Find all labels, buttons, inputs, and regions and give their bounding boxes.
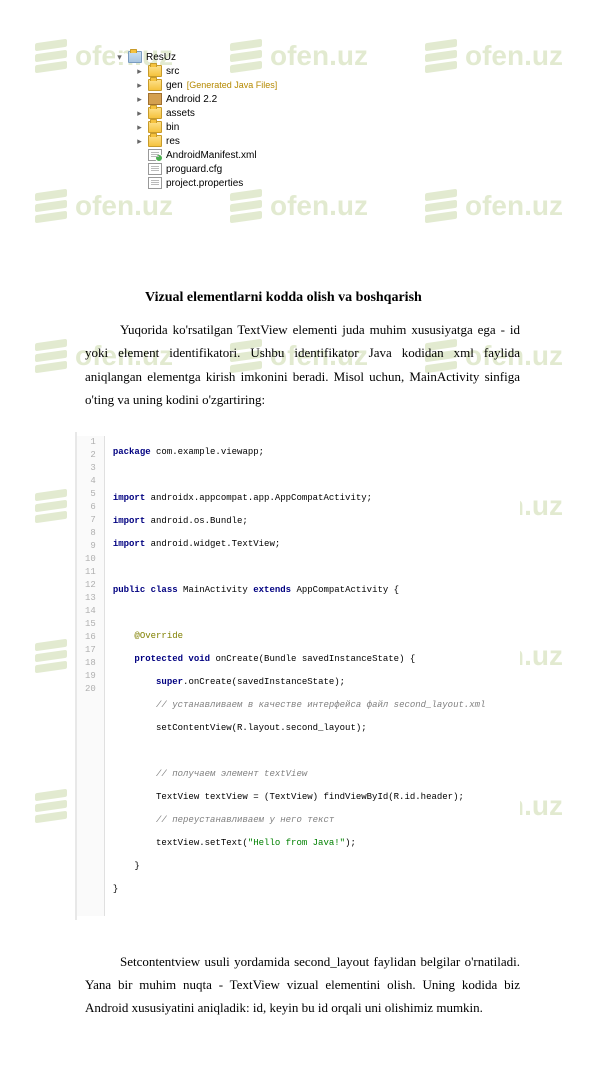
paragraph-1: Yuqorida ko'rsatilgan TextView elementi … <box>85 318 520 412</box>
tree-item-label: assets <box>166 108 195 119</box>
expand-icon[interactable]: ▸ <box>135 67 144 76</box>
folder-icon <box>148 135 162 147</box>
tree-item-label: bin <box>166 122 179 133</box>
tree-item[interactable]: ▸ AndroidManifest.xml <box>115 148 520 162</box>
tree-item[interactable]: ▸ assets <box>115 106 520 120</box>
tree-item[interactable]: ▸ res <box>115 134 520 148</box>
tree-item-label: Android 2.2 <box>166 94 217 105</box>
folder-icon <box>148 121 162 133</box>
project-tree: ▾ ResUz ▸ src ▸ gen [Generated Java File… <box>115 50 520 190</box>
tree-item-label: gen <box>166 80 183 91</box>
manifest-file-icon <box>148 149 162 161</box>
code-content: package com.example.viewapp; import andr… <box>105 436 486 916</box>
tree-root-label: ResUz <box>146 52 176 63</box>
folder-icon <box>148 79 162 91</box>
expand-icon[interactable]: ▸ <box>135 123 144 132</box>
collapse-icon[interactable]: ▾ <box>115 53 124 62</box>
library-icon <box>148 93 162 105</box>
tree-item[interactable]: ▸ project.properties <box>115 176 520 190</box>
tree-item-suffix: [Generated Java Files] <box>187 80 278 90</box>
expand-icon[interactable]: ▸ <box>135 95 144 104</box>
code-block: 1234567891011121314151617181920 package … <box>75 432 520 920</box>
tree-item[interactable]: ▸ bin <box>115 120 520 134</box>
tree-root[interactable]: ▾ ResUz <box>115 50 520 64</box>
tree-item-label: AndroidManifest.xml <box>166 150 257 161</box>
tree-item-label: proguard.cfg <box>166 164 222 175</box>
tree-item-label: res <box>166 136 180 147</box>
paragraph-2: Setcontentview usuli yordamida second_la… <box>85 950 520 1020</box>
file-icon <box>148 163 162 175</box>
expand-icon[interactable]: ▸ <box>135 109 144 118</box>
tree-item[interactable]: ▸ gen [Generated Java Files] <box>115 78 520 92</box>
section-heading: Vizual elementlarni kodda olish va boshq… <box>145 290 520 306</box>
tree-item-label: project.properties <box>166 178 243 189</box>
tree-item[interactable]: ▸ proguard.cfg <box>115 162 520 176</box>
line-gutter: 1234567891011121314151617181920 <box>77 436 105 916</box>
file-icon <box>148 177 162 189</box>
expand-icon[interactable]: ▸ <box>135 81 144 90</box>
folder-icon <box>148 107 162 119</box>
expand-icon[interactable]: ▸ <box>135 137 144 146</box>
project-icon <box>128 51 142 63</box>
folder-icon <box>148 65 162 77</box>
tree-item-label: src <box>166 66 179 77</box>
tree-item[interactable]: ▸ Android 2.2 <box>115 92 520 106</box>
tree-item[interactable]: ▸ src <box>115 64 520 78</box>
